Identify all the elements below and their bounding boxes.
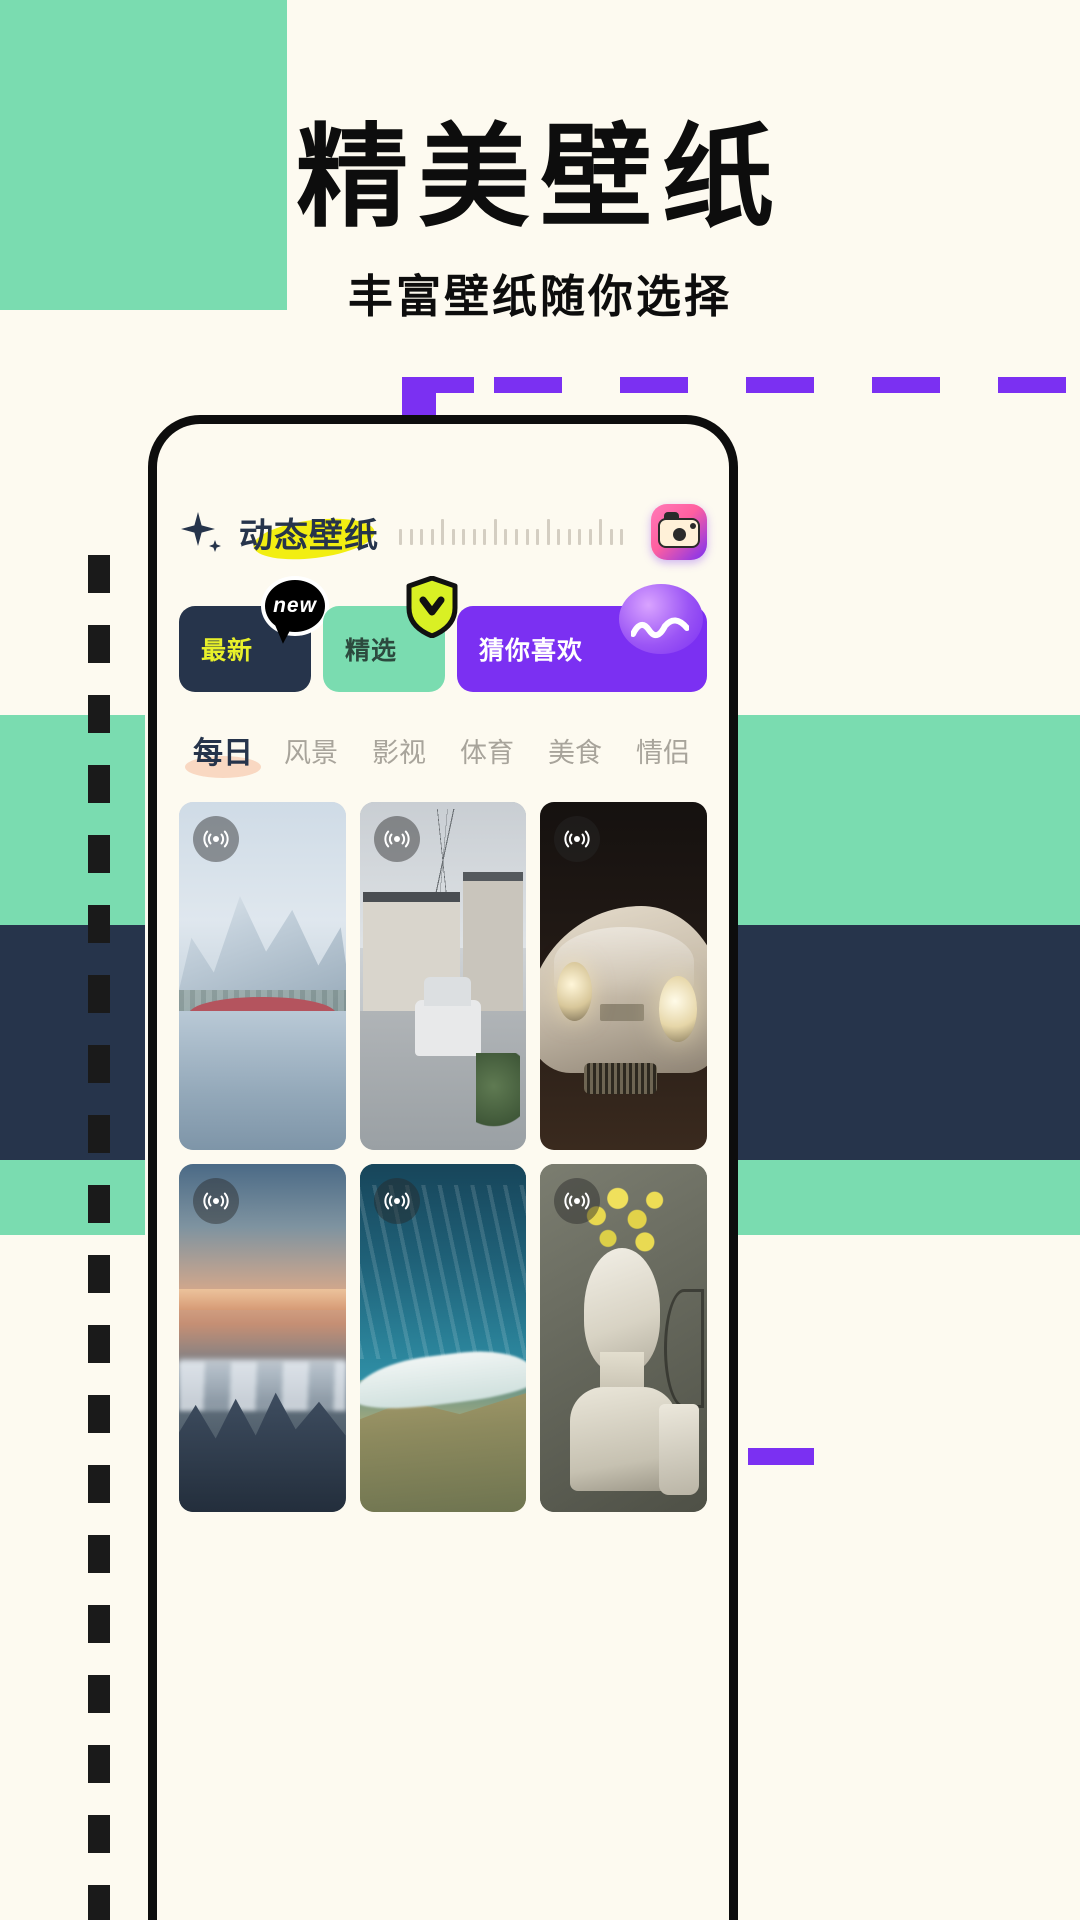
tab-label: 影视 — [372, 737, 426, 768]
chip-featured-label: 精选 — [345, 637, 398, 665]
chip-recommended[interactable]: 猜你喜欢 — [457, 584, 707, 692]
shield-check-icon — [405, 575, 459, 639]
decor-purple-dash — [998, 377, 1066, 393]
decor-purple-dash — [872, 377, 940, 393]
wallpaper-card[interactable] — [359, 1164, 527, 1512]
decor-block-green-top — [0, 0, 287, 310]
live-wallpaper-icon[interactable] — [193, 816, 239, 862]
live-wallpaper-icon[interactable] — [554, 1178, 601, 1224]
wallpaper-card[interactable] — [540, 802, 707, 1150]
tab-5[interactable]: 情侣 — [619, 731, 707, 780]
decor-purple-dash — [748, 1448, 814, 1465]
category-chip-row: 最新 new 精选 猜你喜欢 — [179, 575, 707, 692]
app-header: 动态壁纸 — [179, 484, 707, 580]
app-title-wrapper: 动态壁纸 — [239, 508, 379, 565]
tab-4[interactable]: 美食 — [531, 731, 619, 780]
tab-label: 美食 — [548, 737, 602, 768]
tab-label: 风景 — [284, 737, 338, 768]
sparkle-icon — [179, 510, 223, 554]
decor-dashed-line — [88, 555, 110, 1920]
wallpaper-card[interactable] — [540, 1164, 707, 1512]
app-title: 动态壁纸 — [239, 516, 379, 555]
tab-label: 体育 — [460, 737, 514, 768]
live-wallpaper-icon[interactable] — [193, 1178, 239, 1224]
chip-featured[interactable]: 精选 — [323, 575, 458, 692]
chip-latest-label: 最新 — [201, 637, 254, 665]
live-wallpaper-icon[interactable] — [373, 816, 420, 862]
decor-purple-dash — [402, 377, 474, 393]
category-tab-row: 每日 风景 影视 体育 美食 情侣 — [179, 728, 707, 782]
decor-purple-dash — [620, 377, 688, 393]
camera-icon[interactable] — [651, 504, 707, 560]
wallpaper-card[interactable] — [179, 802, 346, 1150]
decor-purple-dash — [746, 377, 814, 393]
phone-mockup: 动态壁纸 最新 new 精选 猜你喜欢 每日 风景 影视 体育 美食 情侣 — [148, 415, 738, 1920]
live-wallpaper-icon[interactable] — [554, 816, 601, 862]
chip-latest[interactable]: 最新 new — [179, 576, 329, 692]
decor-purple-dash — [494, 377, 562, 393]
tab-3[interactable]: 体育 — [443, 731, 531, 780]
new-badge-icon: new — [261, 576, 329, 636]
wallpaper-card[interactable] — [179, 1164, 346, 1512]
wallpaper-card[interactable] — [359, 802, 527, 1150]
decor-block-navy-left — [0, 925, 145, 1160]
tab-label: 情侣 — [636, 737, 690, 768]
live-wallpaper-icon[interactable] — [373, 1178, 420, 1224]
decor-block-navy-right — [735, 925, 1080, 1160]
chip-recommended-label: 猜你喜欢 — [479, 637, 584, 665]
tab-0[interactable]: 每日 — [179, 728, 267, 782]
tab-label: 每日 — [193, 737, 253, 770]
wallpaper-grid — [179, 802, 707, 1512]
tab-1[interactable]: 风景 — [267, 731, 355, 780]
gradient-blob-icon — [619, 584, 703, 654]
ruler-ticks-icon — [399, 515, 631, 549]
tab-2[interactable]: 影视 — [355, 731, 443, 780]
